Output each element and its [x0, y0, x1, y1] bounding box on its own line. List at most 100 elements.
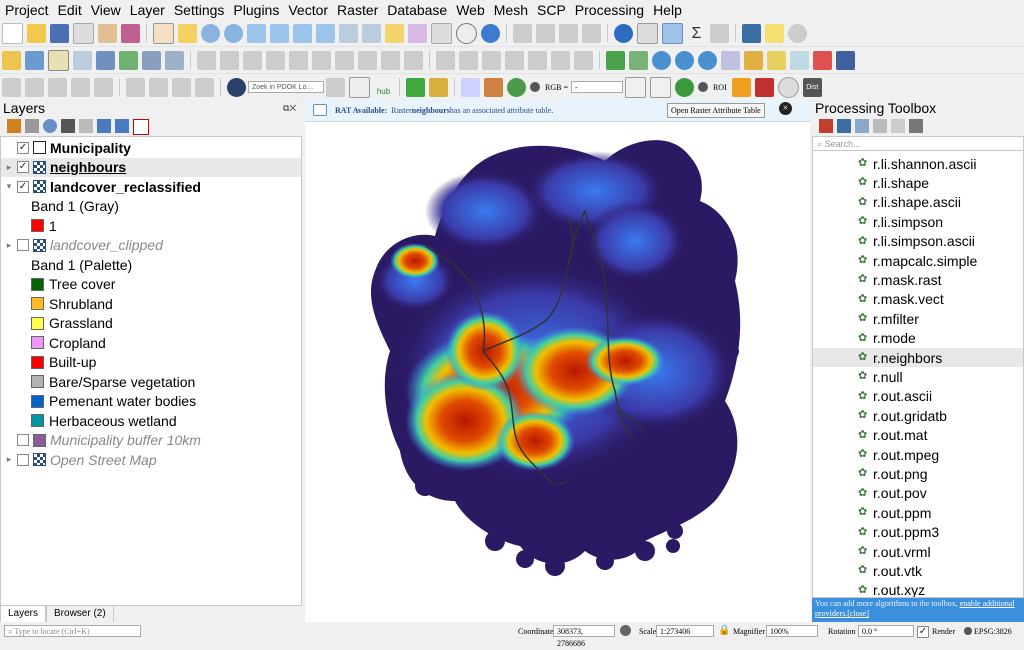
plugin2-icon[interactable] — [767, 50, 786, 70]
new-project-icon[interactable] — [2, 22, 23, 44]
layer-row[interactable]: ▸ Open Street Map — [1, 450, 301, 469]
filter-expression-icon[interactable] — [79, 119, 93, 133]
algorithm-item[interactable]: ✿ r.out.ppm — [813, 503, 1023, 522]
scp-roi2-icon[interactable] — [754, 77, 774, 97]
add-feature-icon[interactable] — [243, 50, 262, 70]
copy-features-icon[interactable] — [335, 50, 354, 70]
zoom-last-icon[interactable] — [339, 23, 358, 43]
shape3-icon[interactable] — [172, 77, 191, 97]
algorithm-item[interactable]: ✿ r.out.ppm3 — [813, 523, 1023, 542]
magnifier-field[interactable]: 100% — [766, 625, 818, 637]
options-wrench-icon[interactable] — [909, 119, 923, 133]
move-feature-icon[interactable] — [266, 50, 285, 70]
scale-field[interactable]: 1:273406 — [656, 625, 714, 637]
layer-visibility-checkbox[interactable] — [17, 161, 29, 173]
zoom-next-icon[interactable] — [362, 23, 381, 43]
layer-row[interactable]: Tree cover — [1, 275, 301, 294]
identify-icon[interactable] — [614, 23, 633, 43]
add-group-icon[interactable] — [25, 119, 39, 133]
undo-icon[interactable] — [381, 50, 400, 70]
add-layer-icon[interactable] — [73, 50, 92, 70]
zoom-in-icon[interactable] — [201, 23, 220, 43]
algorithm-item[interactable]: ✿ r.neighbors — [813, 348, 1023, 367]
plugin4-icon[interactable] — [813, 50, 832, 70]
menu-scp[interactable]: SCP — [532, 2, 570, 18]
layer-row[interactable]: Built-up — [1, 353, 301, 372]
menu-help[interactable]: Help — [648, 2, 686, 18]
add-raster-icon[interactable] — [142, 50, 161, 70]
models-icon[interactable] — [819, 119, 833, 133]
pdok-search-icon[interactable] — [326, 77, 345, 97]
pdok-search-input[interactable]: Zoek in PDOK Lo… — [248, 81, 324, 93]
python-icon[interactable] — [744, 50, 763, 70]
move-label-icon[interactable] — [505, 50, 524, 70]
plugin3-icon[interactable] — [790, 50, 809, 70]
save-edits-icon[interactable] — [220, 50, 239, 70]
layer-visibility-checkbox[interactable] — [17, 453, 29, 466]
paste-features-icon[interactable] — [358, 50, 377, 70]
globe2-icon[interactable] — [675, 50, 694, 70]
add-wms-icon[interactable] — [96, 50, 115, 70]
layer-visibility-checkbox[interactable] — [17, 141, 29, 154]
menu-database[interactable]: Database — [382, 2, 451, 18]
algorithm-item[interactable]: ✿ r.mask.rast — [813, 270, 1023, 289]
scp-dist-icon[interactable]: Dist — [802, 77, 822, 97]
shape2-icon[interactable] — [149, 77, 168, 97]
open-project-icon[interactable] — [27, 23, 46, 43]
raster-calc-icon[interactable] — [606, 50, 625, 70]
attribute-icon[interactable] — [637, 22, 658, 44]
select-free-icon[interactable] — [71, 77, 90, 97]
style-manager-icon[interactable] — [121, 23, 140, 43]
layer-row[interactable]: Band 1 (Palette) — [1, 255, 301, 274]
scp-roi-zoom-icon[interactable] — [674, 77, 694, 97]
statistics-sigma-icon[interactable]: Σ — [687, 24, 706, 43]
layer-row[interactable]: Pemenant water bodies — [1, 392, 301, 411]
shape4-icon[interactable] — [195, 77, 214, 97]
bookmark-icon[interactable] — [431, 22, 452, 44]
deselect-icon[interactable] — [559, 23, 578, 43]
add-csv-icon[interactable] — [119, 50, 138, 70]
filter-legend-icon[interactable] — [61, 119, 75, 133]
temporal-icon[interactable] — [456, 22, 477, 44]
algorithm-item[interactable]: ✿ r.li.shape.ascii — [813, 193, 1023, 212]
georeferencer-icon[interactable] — [629, 50, 648, 70]
refresh-icon[interactable] — [481, 23, 500, 43]
pan-map-icon[interactable] — [153, 22, 174, 44]
select-feature-icon[interactable] — [536, 23, 555, 43]
crs-button[interactable]: EPSG:3826 — [974, 627, 1012, 636]
history-icon[interactable] — [855, 119, 869, 133]
menu-edit[interactable]: Edit — [53, 2, 86, 18]
zoom-native-icon[interactable] — [316, 23, 335, 43]
expand-all-icon[interactable] — [97, 119, 111, 133]
snap-icon[interactable] — [2, 77, 21, 97]
layer-row[interactable]: Cropland — [1, 333, 301, 352]
pdok-globe-icon[interactable] — [227, 77, 246, 97]
algorithm-item[interactable]: ✿ r.out.gridatb — [813, 406, 1023, 425]
algorithm-item[interactable]: ✿ r.out.mat — [813, 426, 1023, 445]
toggle-extents-icon[interactable] — [620, 625, 631, 636]
add-vector-icon[interactable] — [165, 50, 184, 70]
digitize-icon[interactable] — [2, 50, 21, 70]
algorithm-item[interactable]: ✿ r.mask.vect — [813, 290, 1023, 309]
settings-icon[interactable] — [788, 23, 807, 43]
change-label-icon[interactable] — [551, 50, 570, 70]
menu-view[interactable]: View — [86, 2, 125, 18]
algorithm-item[interactable]: ✿ r.mapcalc.simple — [813, 251, 1023, 270]
menu-processing[interactable]: Processing — [570, 2, 648, 18]
scp-composite-icon[interactable] — [484, 77, 503, 97]
algorithm-item[interactable]: ✿ r.li.shannon.ascii — [813, 154, 1023, 173]
layer-style-icon[interactable] — [7, 119, 21, 133]
layer-visibility-checkbox[interactable] — [17, 180, 29, 193]
algorithm-item[interactable]: ✿ r.mfilter — [813, 309, 1023, 328]
menu-vector[interactable]: Vector — [283, 2, 332, 18]
close-icon[interactable]: × — [779, 102, 792, 115]
layer-row[interactable]: Municipality buffer 10km — [1, 431, 301, 450]
show-label-icon[interactable] — [482, 50, 501, 70]
scp-stretch2-icon[interactable] — [649, 76, 671, 98]
vertex-tool-icon[interactable] — [25, 50, 44, 70]
results-icon[interactable] — [873, 119, 887, 133]
menu-project[interactable]: Project — [0, 2, 53, 18]
layer-visibility-checkbox[interactable] — [17, 239, 29, 251]
scp-undo-icon[interactable] — [777, 76, 799, 98]
layer-row[interactable]: Band 1 (Gray) — [1, 197, 301, 216]
